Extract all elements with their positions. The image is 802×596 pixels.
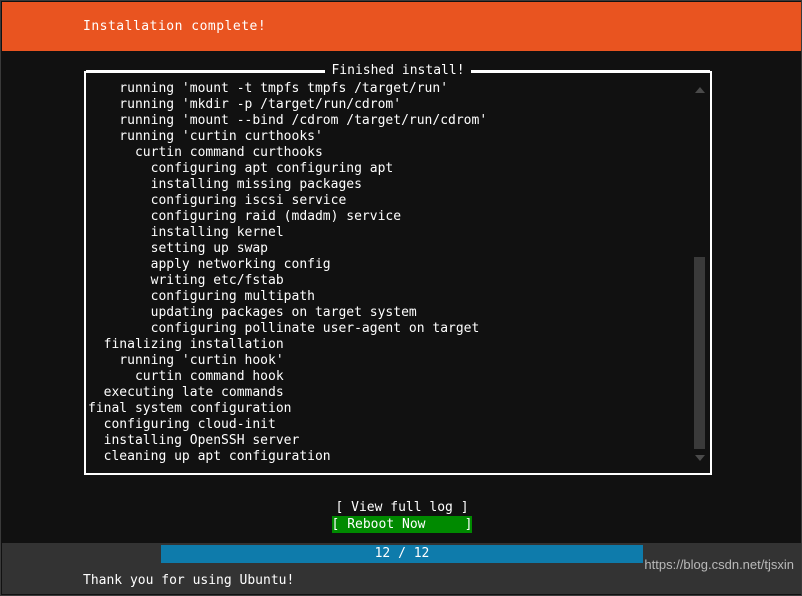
header-bar: Installation complete! [2, 2, 801, 51]
scrollbar-thumb[interactable] [694, 256, 705, 449]
log-box-title-label: Finished install! [325, 64, 471, 78]
log-line: curtin command hook [88, 369, 284, 384]
log-line: configuring pollinate user-agent on targ… [88, 321, 480, 336]
log-line: curtin command curthooks [88, 145, 323, 160]
log-line: configuring apt configuring apt [88, 161, 394, 176]
watermark: https://blog.csdn.net/tjsxin [644, 557, 794, 572]
title-rule-right [470, 70, 710, 72]
log-line: installing missing packages [88, 177, 362, 192]
log-line: configuring cloud-init [88, 417, 276, 432]
log-line: configuring multipath [88, 289, 315, 304]
view-full-log-button[interactable]: [ View full log ] [335, 499, 468, 516]
log-box-title: Finished install! [86, 64, 710, 78]
scroll-up-arrow-icon[interactable] [695, 87, 705, 93]
log-line: final system configuration [88, 401, 292, 416]
log-line: executing late commands [88, 385, 284, 400]
log-line: running 'curtin curthooks' [88, 129, 323, 144]
action-buttons: [ View full log ][ Reboot Now ] [1, 499, 801, 533]
log-line: running 'mount -t tmpfs tmpfs /target/ru… [88, 81, 449, 96]
install-log-box: Finished install! running 'mount -t tmpf… [84, 64, 712, 475]
log-line: running 'curtin hook' [88, 353, 284, 368]
log-line: apply networking config [88, 257, 331, 272]
footer-note: Thank you for using Ubuntu! [83, 573, 295, 588]
reboot-now-button[interactable]: [ Reboot Now ] [331, 516, 473, 533]
log-line: installing kernel [88, 225, 284, 240]
title-rule-left [86, 70, 326, 72]
scroll-down-arrow-icon[interactable] [695, 455, 705, 461]
log-line: finalizing installation [88, 337, 284, 352]
footer-bar: 12 / 12 Thank you for using Ubuntu! http… [2, 543, 801, 594]
installer-screen: Installation complete! Finished install!… [0, 0, 802, 596]
log-line: installing OpenSSH server [88, 433, 300, 448]
log-output[interactable]: running 'mount -t tmpfs tmpfs /target/ru… [88, 81, 684, 469]
log-line: configuring raid (mdadm) service [88, 209, 402, 224]
log-line: cleaning up apt configuration [88, 449, 331, 464]
log-line: updating packages on target system [88, 305, 417, 320]
log-line: setting up swap [88, 241, 269, 256]
log-line: running 'mkdir -p /target/run/cdrom' [88, 97, 402, 112]
page-title: Installation complete! [83, 19, 267, 34]
progress-bar: 12 / 12 [161, 545, 643, 563]
log-scrollbar[interactable] [693, 79, 706, 467]
scrollbar-track[interactable] [693, 99, 706, 449]
log-line: running 'mount --bind /cdrom /target/run… [88, 113, 488, 128]
log-line: writing etc/fstab [88, 273, 284, 288]
progress-bar-fill: 12 / 12 [161, 545, 643, 563]
log-line: configuring iscsi service [88, 193, 347, 208]
progress-label: 12 / 12 [374, 546, 430, 561]
